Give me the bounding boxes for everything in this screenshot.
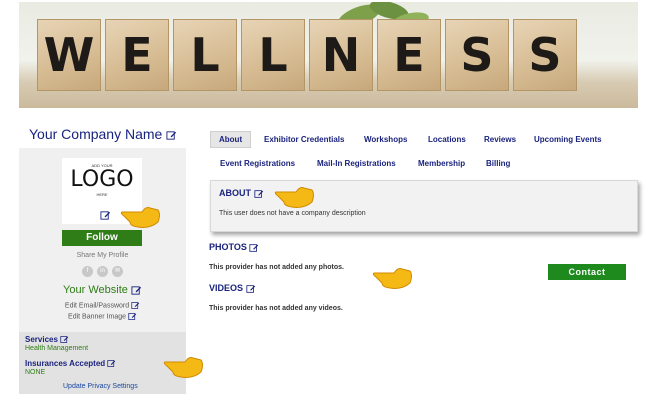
pointing-hand-icon: [274, 187, 314, 208]
edit-icon[interactable]: [60, 335, 69, 344]
social-links: f in ✉: [82, 266, 123, 277]
videos-empty-text: This provider has not added any videos.: [209, 305, 343, 312]
letter-block: S: [445, 19, 509, 91]
letter-block: E: [377, 19, 441, 91]
tab-about[interactable]: About: [210, 131, 252, 148]
share-profile-label: Share My Profile: [76, 252, 129, 259]
videos-heading: VIDEOS: [209, 283, 256, 294]
edit-icon[interactable]: [166, 130, 177, 141]
tab-reviews[interactable]: Reviews: [484, 135, 516, 144]
wellness-banner: W E L L N E S S: [19, 2, 638, 108]
edit-icon[interactable]: [253, 189, 264, 199]
letter-block: S: [513, 19, 577, 91]
edit-logo-icon[interactable]: [100, 210, 111, 221]
company-name: Your Company Name: [29, 126, 177, 142]
photos-heading-text: PHOTOS: [209, 242, 247, 252]
edit-banner-link[interactable]: Edit Banner Image: [19, 312, 186, 321]
edit-icon[interactable]: [245, 284, 256, 294]
tab-billing[interactable]: Billing: [486, 159, 510, 168]
pointing-hand-icon: [372, 268, 412, 289]
website-link[interactable]: Your Website: [19, 284, 186, 296]
insurances-value: NONE: [25, 369, 46, 376]
photos-heading: PHOTOS: [209, 242, 259, 253]
facebook-icon[interactable]: f: [82, 266, 93, 277]
letter-block: L: [173, 19, 237, 91]
logo-bottom-text: HERE: [96, 192, 108, 197]
tab-exhibitor-credentials[interactable]: Exhibitor Credentials: [264, 135, 344, 144]
services-title: Services: [25, 335, 69, 344]
insurances-title-text: Insurances Accepted: [25, 359, 106, 368]
tab-membership[interactable]: Membership: [418, 159, 465, 168]
follow-button[interactable]: Follow: [62, 230, 142, 246]
letter-block: N: [309, 19, 373, 91]
edit-icon[interactable]: [131, 301, 140, 310]
update-privacy-link[interactable]: Update Privacy Settings: [63, 383, 138, 390]
edit-icon[interactable]: [249, 243, 259, 253]
edit-icon[interactable]: [128, 312, 137, 321]
letter-block: W: [37, 19, 101, 91]
linkedin-icon[interactable]: in: [97, 266, 108, 277]
website-label[interactable]: Your Website: [63, 284, 128, 296]
edit-icon[interactable]: [131, 285, 142, 296]
services-title-text: Services: [25, 335, 58, 344]
letter-blocks: W E L L N E S S: [37, 19, 581, 91]
tab-upcoming-events[interactable]: Upcoming Events: [534, 135, 602, 144]
logo-main-text: LOGO: [70, 167, 134, 192]
profile-sidebar: ADD YOUR LOGO HERE Follow Share My Profi…: [19, 148, 186, 394]
tab-event-registrations[interactable]: Event Registrations: [220, 159, 295, 168]
services-value: Health Management: [25, 345, 89, 352]
about-heading: ABOUT: [219, 188, 264, 199]
tab-mail-in-registrations[interactable]: Mail-In Registrations: [317, 159, 396, 168]
email-icon[interactable]: ✉: [112, 266, 123, 277]
pointing-hand-icon: [163, 357, 203, 378]
insurances-title: Insurances Accepted: [25, 359, 116, 368]
edit-email-link[interactable]: Edit Email/Password: [19, 301, 186, 310]
contact-button[interactable]: Contact: [548, 264, 626, 280]
photos-empty-text: This provider has not added any photos.: [209, 264, 344, 271]
edit-icon[interactable]: [107, 359, 116, 368]
tab-workshops[interactable]: Workshops: [364, 135, 407, 144]
about-description: This user does not have a company descri…: [219, 210, 366, 217]
about-heading-text: ABOUT: [219, 188, 251, 198]
letter-block: L: [241, 19, 305, 91]
letter-block: E: [105, 19, 169, 91]
edit-email-label[interactable]: Edit Email/Password: [65, 302, 129, 309]
videos-heading-text: VIDEOS: [209, 283, 244, 293]
tab-locations[interactable]: Locations: [428, 135, 466, 144]
edit-banner-label[interactable]: Edit Banner Image: [68, 313, 126, 320]
pointing-hand-icon: [120, 207, 160, 228]
company-name-text: Your Company Name: [29, 126, 163, 142]
